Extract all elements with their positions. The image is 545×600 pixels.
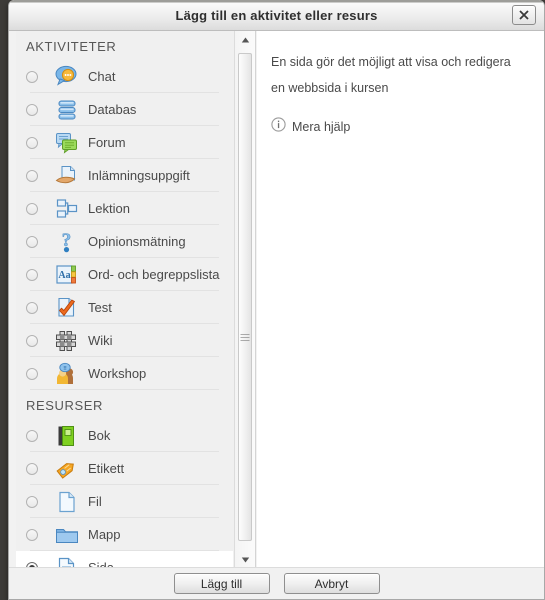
forum-icon <box>52 130 82 156</box>
page-icon <box>52 555 82 568</box>
list-item-workshop[interactable]: !! Workshop <box>16 357 233 390</box>
dialog-footer: Lägg till Avbryt <box>9 567 544 599</box>
activity-list-pane: AKTIVITETER Chat Databas Forum Inlämning… <box>16 31 256 568</box>
radio-button[interactable] <box>26 268 38 281</box>
list-item-label: Forum <box>88 135 126 150</box>
activity-list: AKTIVITETER Chat Databas Forum Inlämning… <box>16 31 233 568</box>
list-item-label: Databas <box>88 102 137 117</box>
list-item-opinionsm-tning[interactable]: ? Opinionsmätning <box>16 225 233 258</box>
scrollbar-thumb[interactable] <box>238 53 252 541</box>
activity-list-scroll: AKTIVITETER Chat Databas Forum Inlämning… <box>16 31 233 568</box>
radio-button[interactable] <box>26 136 38 149</box>
radio-button[interactable] <box>26 70 38 83</box>
more-help-link[interactable]: Mera hjälp <box>271 117 524 137</box>
scroll-up-arrow-icon[interactable] <box>235 31 255 48</box>
list-item-mapp[interactable]: Mapp <box>16 518 233 551</box>
list-item-wiki[interactable]: Wiki <box>16 324 233 357</box>
list-item-label: Etikett <box>88 461 125 476</box>
more-help-label: Mera hjälp <box>292 120 351 134</box>
dialog-titlebar: Lägg till en aktivitet eller resurs <box>9 0 544 31</box>
description-pane: En sida gör det möjligt att visa och red… <box>257 31 544 568</box>
radio-button[interactable] <box>26 103 38 116</box>
glossary-icon: Aa <box>52 262 82 288</box>
database-icon <box>52 97 82 123</box>
list-item-label: Wiki <box>88 333 113 348</box>
list-item-label: Inlämningsuppgift <box>88 168 190 183</box>
radio-button[interactable] <box>26 495 38 508</box>
list-scrollbar[interactable] <box>234 31 255 568</box>
radio-button[interactable] <box>26 334 38 347</box>
chat-icon <box>52 64 82 90</box>
list-item-label: Chat <box>88 69 116 84</box>
list-item-label: Test <box>88 300 112 315</box>
radio-button[interactable] <box>26 528 38 541</box>
assignment-icon <box>52 163 82 189</box>
list-group-title: RESURSER <box>26 398 104 413</box>
radio-button[interactable] <box>26 235 38 248</box>
list-item-chat[interactable]: Chat <box>16 60 233 93</box>
list-item-forum[interactable]: Forum <box>16 126 233 159</box>
list-item-label: Workshop <box>88 366 147 381</box>
folder-icon <box>52 522 82 548</box>
close-button[interactable] <box>512 5 536 25</box>
list-item-etikett[interactable]: Etikett <box>16 452 233 485</box>
book-icon <box>52 423 82 449</box>
list-group-title: AKTIVITETER <box>26 39 117 54</box>
list-item-fil[interactable]: Fil <box>16 485 233 518</box>
svg-text:!!: !! <box>63 366 67 372</box>
list-item-databas[interactable]: Databas <box>16 93 233 126</box>
choice-icon: ? <box>52 229 82 255</box>
lesson-icon <box>52 196 82 222</box>
add-button[interactable]: Lägg till <box>173 573 270 594</box>
list-item-label: Lektion <box>88 201 130 216</box>
cancel-button[interactable]: Avbryt <box>283 573 380 594</box>
radio-button[interactable] <box>26 301 38 314</box>
description-text: En sida gör det möjligt att visa och red… <box>271 55 511 95</box>
list-item-lektion[interactable]: Lektion <box>16 192 233 225</box>
info-icon <box>271 117 286 137</box>
file-icon <box>52 489 82 515</box>
svg-text:Aa: Aa <box>58 270 70 281</box>
workshop-icon: !! <box>52 361 82 387</box>
radio-button[interactable] <box>26 429 38 442</box>
list-item-label: Opinionsmätning <box>88 234 186 249</box>
dialog-content: AKTIVITETER Chat Databas Forum Inlämning… <box>9 31 544 599</box>
list-item-ord-och-begreppslista[interactable]: Aa Ord- och begreppslista <box>16 258 233 291</box>
list-item-inl-mningsuppgift[interactable]: Inlämningsuppgift <box>16 159 233 192</box>
list-item-bok[interactable]: Bok <box>16 419 233 452</box>
add-activity-dialog: Lägg till en aktivitet eller resurs AKTI… <box>8 0 545 600</box>
radio-button[interactable] <box>26 202 38 215</box>
list-item-label: Mapp <box>88 527 121 542</box>
list-item-label: Bok <box>88 428 111 443</box>
radio-button[interactable] <box>26 367 38 380</box>
radio-button[interactable] <box>26 169 38 182</box>
label-icon <box>52 456 82 482</box>
list-item-sida[interactable]: Sida <box>16 551 233 568</box>
wiki-icon <box>52 328 82 354</box>
dialog-title: Lägg till en aktivitet eller resurs <box>175 8 378 23</box>
scroll-down-arrow-icon[interactable] <box>235 551 255 568</box>
scrollbar-grip-icon <box>240 334 250 341</box>
list-item-label: Ord- och begreppslista <box>88 267 220 282</box>
list-item-test[interactable]: Test <box>16 291 233 324</box>
list-item-label: Fil <box>88 494 102 509</box>
close-icon <box>519 10 529 20</box>
radio-button[interactable] <box>26 462 38 475</box>
quiz-icon <box>52 295 82 321</box>
